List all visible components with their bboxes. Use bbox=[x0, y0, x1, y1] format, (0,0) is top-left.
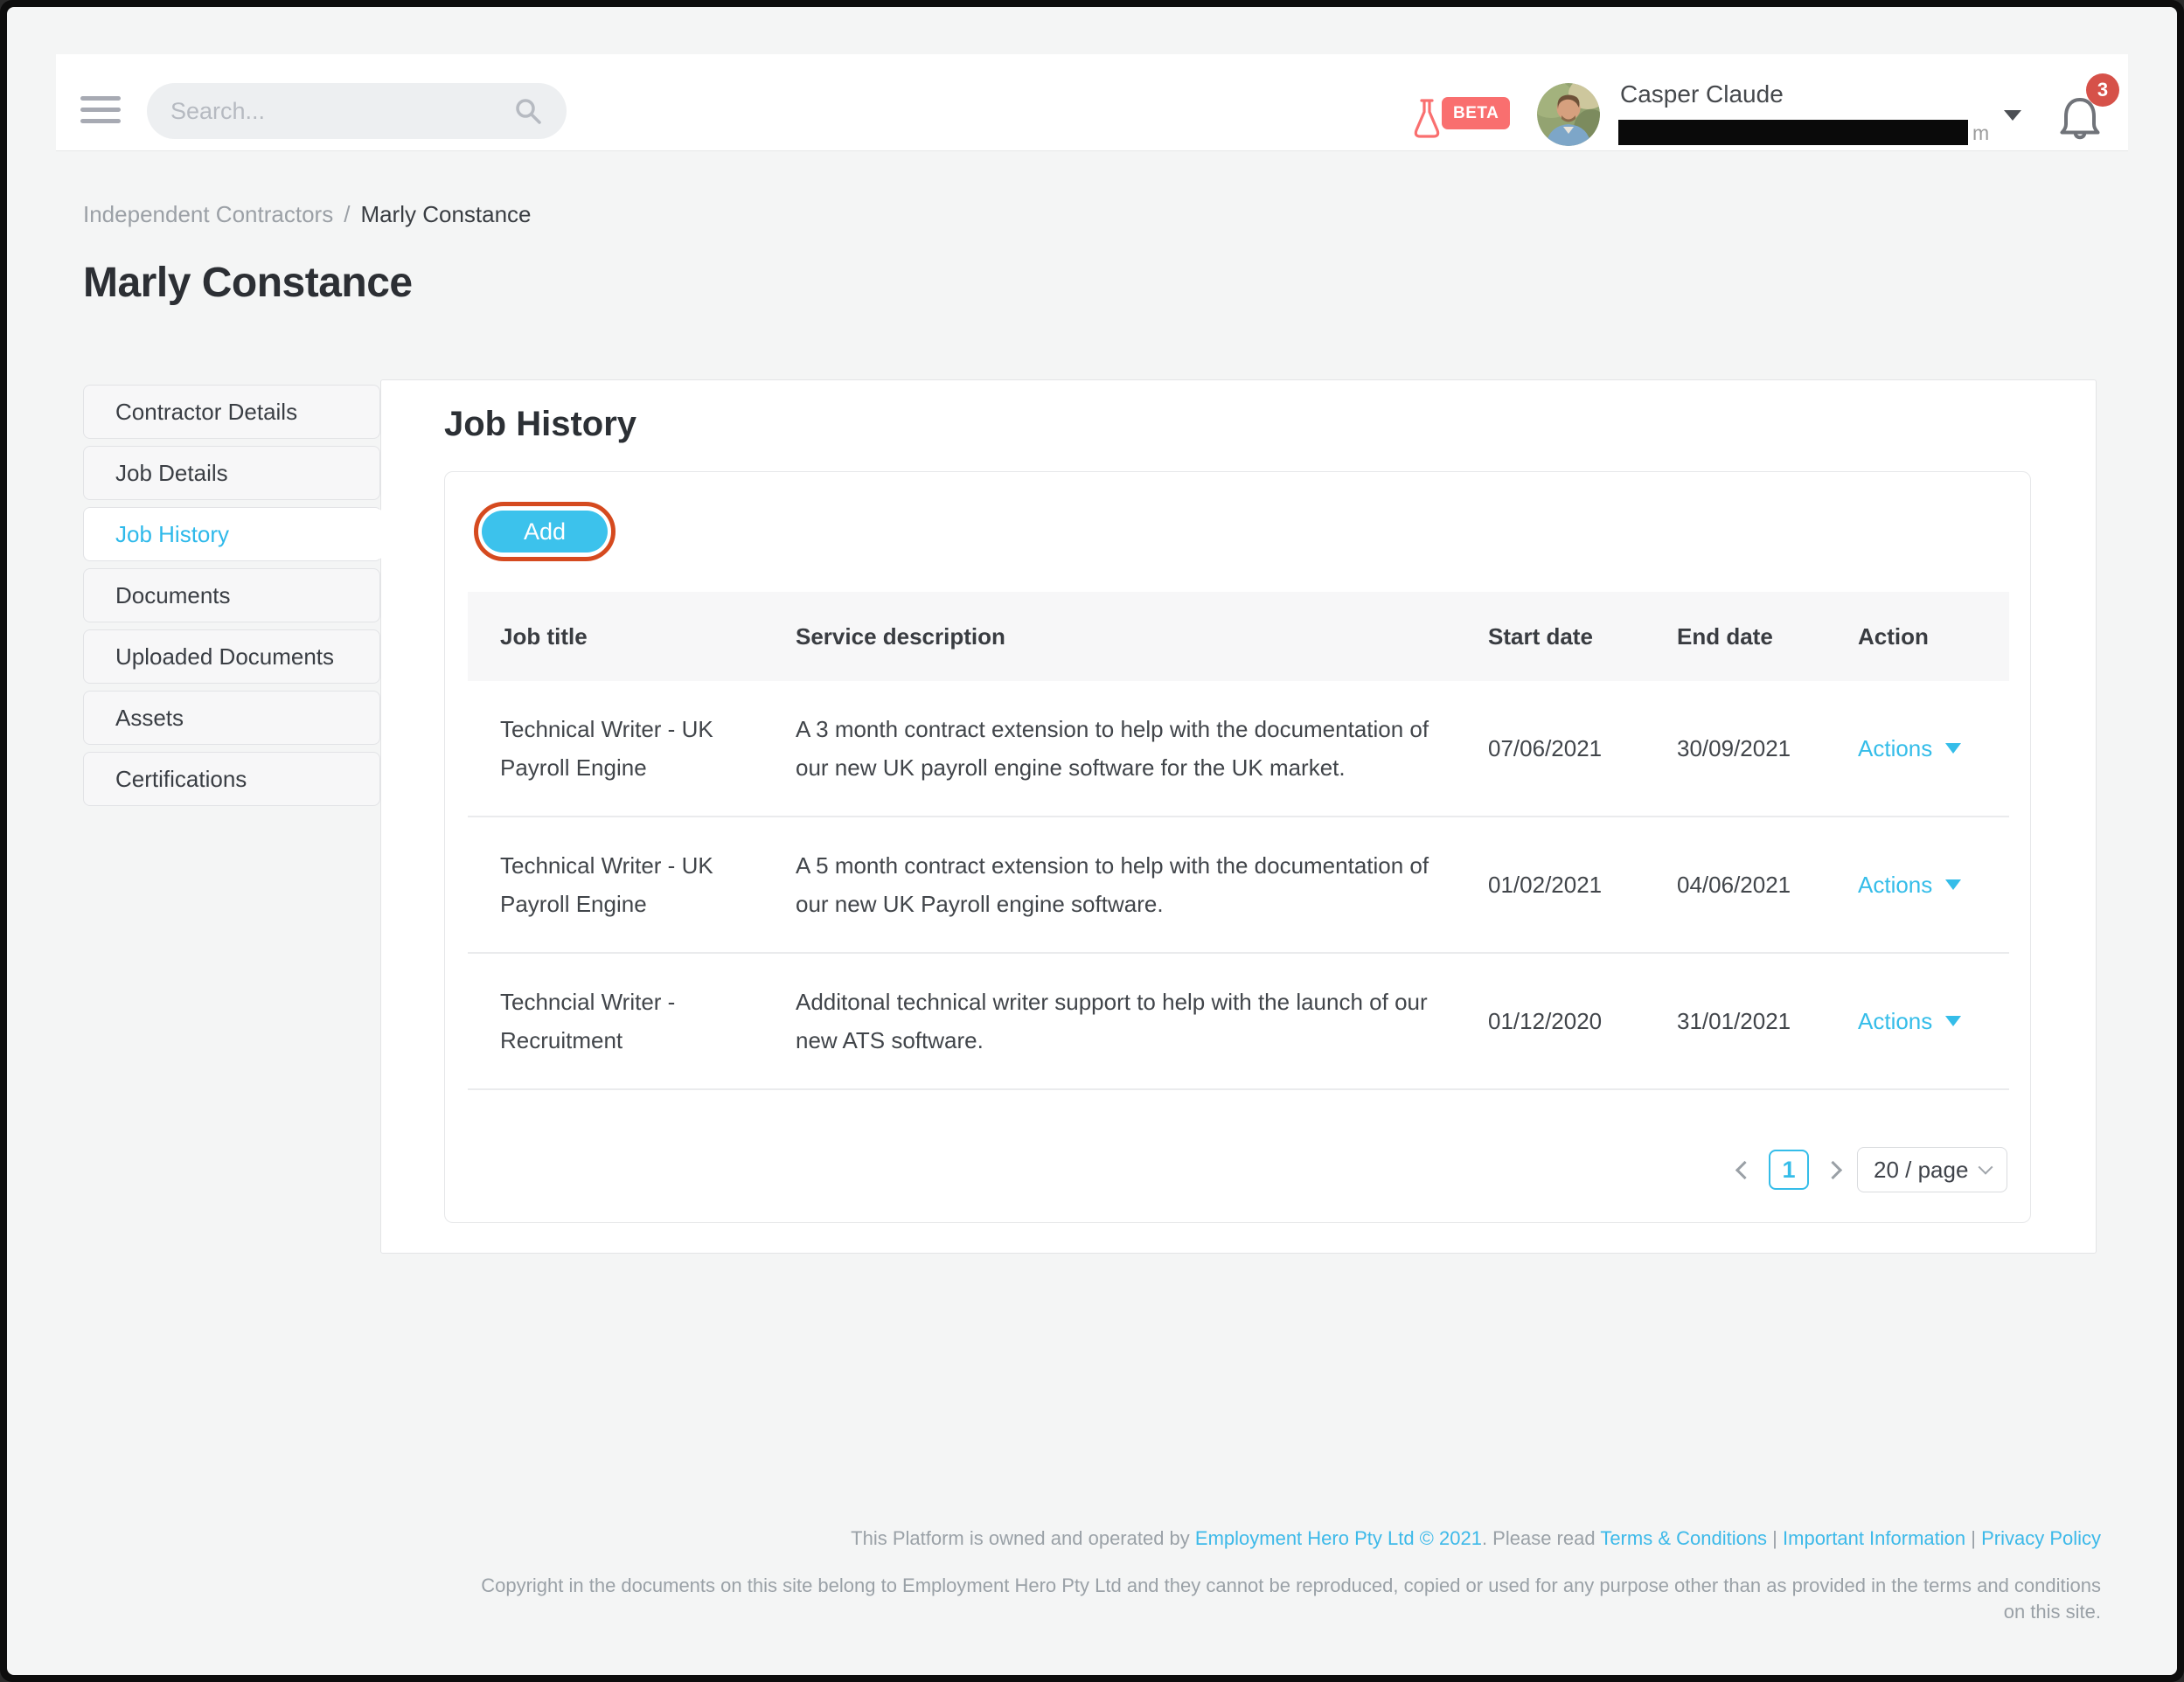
breadcrumb-current: Marly Constance bbox=[360, 201, 531, 227]
redacted-email bbox=[1618, 120, 1968, 145]
table-row: Technical Writer - UK Payroll Engine A 5… bbox=[468, 817, 2009, 954]
cell-start-date: 01/12/2020 bbox=[1488, 1002, 1677, 1040]
job-history-table: Job title Service description Start date… bbox=[468, 592, 2009, 1090]
cell-job-title: Techncial Writer - Recruitment bbox=[500, 983, 796, 1060]
cell-end-date: 31/01/2021 bbox=[1677, 1002, 1858, 1040]
footer: This Platform is owned and operated by E… bbox=[475, 1526, 2101, 1625]
cell-job-title: Technical Writer - UK Payroll Engine bbox=[500, 710, 796, 787]
col-end-date: End date bbox=[1677, 623, 1858, 650]
footer-copyright-line: Copyright in the documents on this site … bbox=[475, 1573, 2101, 1625]
screenshot-frame: BETA Casper Claude m bbox=[0, 0, 2184, 1682]
search-icon bbox=[514, 97, 542, 125]
col-job-title: Job title bbox=[500, 623, 796, 650]
terms-conditions-link[interactable]: Terms & Conditions bbox=[1600, 1527, 1767, 1549]
cell-end-date: 04/06/2021 bbox=[1677, 865, 1858, 904]
beta-indicator: BETA bbox=[1413, 91, 1544, 143]
user-name[interactable]: Casper Claude bbox=[1620, 80, 1784, 108]
pagination: 1 20 / page bbox=[1738, 1147, 2007, 1192]
employment-hero-link[interactable]: Employment Hero Pty Ltd © 2021 bbox=[1195, 1527, 1482, 1549]
breadcrumb: Independent Contractors / Marly Constance bbox=[83, 201, 532, 228]
actions-dropdown[interactable]: Actions bbox=[1858, 1002, 2009, 1040]
col-action: Action bbox=[1858, 623, 2009, 650]
col-start-date: Start date bbox=[1488, 623, 1677, 650]
tab-uploaded-documents[interactable]: Uploaded Documents bbox=[83, 629, 380, 684]
cell-job-title: Technical Writer - UK Payroll Engine bbox=[500, 846, 796, 923]
tab-contractor-details[interactable]: Contractor Details bbox=[83, 385, 380, 439]
page-size-select[interactable]: 20 / page bbox=[1857, 1147, 2007, 1192]
privacy-policy-link[interactable]: Privacy Policy bbox=[1981, 1527, 2101, 1549]
chevron-right-icon[interactable] bbox=[1824, 1160, 1842, 1178]
add-button[interactable]: Add bbox=[482, 511, 608, 553]
chevron-down-icon bbox=[1945, 879, 1961, 890]
actions-dropdown[interactable]: Actions bbox=[1858, 729, 2009, 768]
table-header-row: Job title Service description Start date… bbox=[468, 592, 2009, 681]
search-input[interactable] bbox=[147, 83, 567, 139]
actions-dropdown[interactable]: Actions bbox=[1858, 865, 2009, 904]
add-button-highlight-ring: Add bbox=[474, 502, 616, 561]
job-history-panel: Job History Add Job title Service descri… bbox=[380, 379, 2097, 1254]
tab-job-details[interactable]: Job Details bbox=[83, 446, 380, 500]
cell-start-date: 07/06/2021 bbox=[1488, 729, 1677, 768]
notification-count-badge[interactable]: 3 bbox=[2086, 73, 2119, 107]
chevron-down-icon bbox=[1945, 1016, 1961, 1026]
avatar[interactable] bbox=[1537, 83, 1600, 146]
app-page: BETA Casper Claude m bbox=[7, 7, 2177, 1675]
important-information-link[interactable]: Important Information bbox=[1783, 1527, 1965, 1549]
page-title: Marly Constance bbox=[83, 259, 413, 307]
chevron-left-icon[interactable] bbox=[1735, 1160, 1754, 1178]
tab-certifications[interactable]: Certifications bbox=[83, 752, 380, 806]
job-history-card: Add Job title Service description Start … bbox=[444, 471, 2031, 1223]
page-number[interactable]: 1 bbox=[1769, 1150, 1809, 1190]
col-service-description: Service description bbox=[796, 623, 1488, 650]
table-row: Techncial Writer - Recruitment Additonal… bbox=[468, 954, 2009, 1090]
cell-end-date: 30/09/2021 bbox=[1677, 729, 1858, 768]
flask-icon bbox=[1413, 98, 1441, 140]
tab-documents[interactable]: Documents bbox=[83, 568, 380, 622]
top-header: BETA Casper Claude m bbox=[56, 54, 2128, 150]
contractor-tabs-sidebar: Contractor Details Job Details Job Histo… bbox=[83, 385, 382, 813]
chevron-down-icon bbox=[1979, 1160, 1993, 1175]
global-search bbox=[147, 83, 567, 139]
cell-service-description: Additonal technical writer support to he… bbox=[796, 983, 1488, 1060]
table-row: Technical Writer - UK Payroll Engine A 3… bbox=[468, 681, 2009, 817]
cell-start-date: 01/02/2021 bbox=[1488, 865, 1677, 904]
cell-service-description: A 5 month contract extension to help wit… bbox=[796, 846, 1488, 923]
tab-assets[interactable]: Assets bbox=[83, 691, 380, 745]
footer-legal-line: This Platform is owned and operated by E… bbox=[475, 1526, 2101, 1552]
chevron-down-icon bbox=[1945, 743, 1961, 754]
panel-heading: Job History bbox=[444, 405, 636, 444]
hamburger-menu-icon[interactable] bbox=[80, 96, 121, 123]
breadcrumb-parent-link[interactable]: Independent Contractors bbox=[83, 201, 333, 227]
email-suffix: m bbox=[1972, 122, 1989, 145]
beta-badge: BETA bbox=[1442, 97, 1510, 129]
breadcrumb-separator: / bbox=[344, 201, 350, 227]
tab-job-history[interactable]: Job History bbox=[83, 507, 382, 561]
chevron-down-icon[interactable] bbox=[2004, 110, 2021, 121]
cell-service-description: A 3 month contract extension to help wit… bbox=[796, 710, 1488, 787]
